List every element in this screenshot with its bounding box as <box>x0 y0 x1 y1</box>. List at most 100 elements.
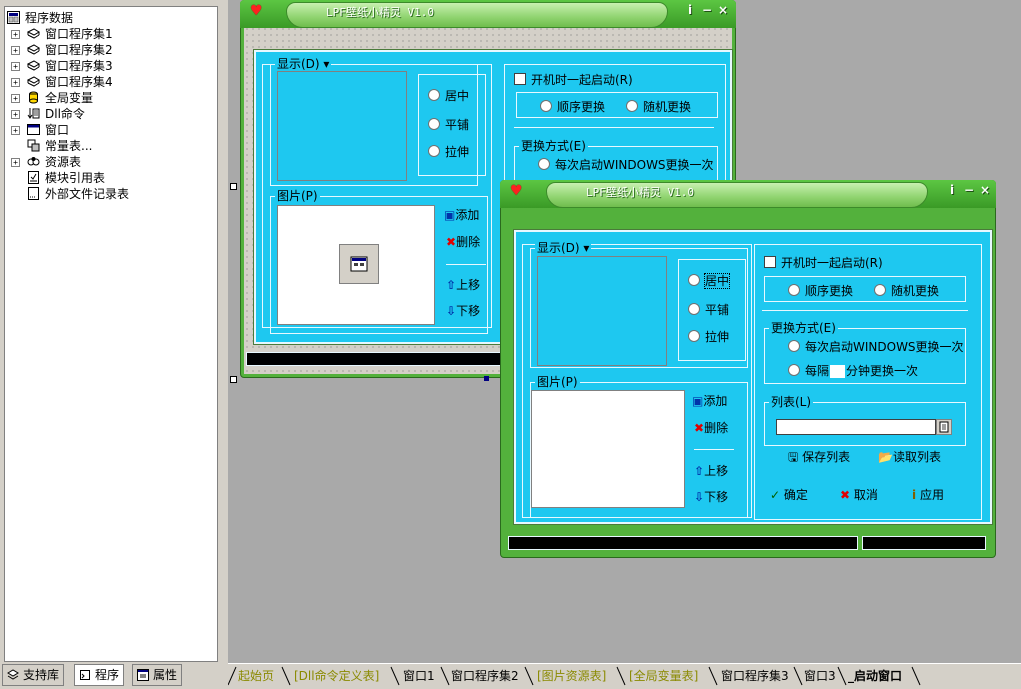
expand-toggle[interactable]: + <box>11 46 20 55</box>
radio-label: 每次启动WINDOWS更换一次 <box>805 340 964 354</box>
radio-center[interactable]: 居中 <box>428 89 469 103</box>
project-tree[interactable]: 程序数据 + 窗口程序集1 + 窗口程序集2 + 窗口程序集3 + 窗口程序集4… <box>4 6 218 662</box>
tree-item-label: 窗口程序集1 <box>45 27 113 41</box>
browse-button[interactable] <box>936 419 952 435</box>
resize-handle[interactable] <box>230 183 237 190</box>
move-down-button[interactable]: ⇩下移 <box>694 490 728 504</box>
picture-list[interactable] <box>277 205 435 325</box>
radio-dot <box>688 274 700 286</box>
tree-item-global-vars[interactable]: + 全局变量 <box>5 90 205 106</box>
arrow-up-icon: ⇧ <box>446 278 457 292</box>
tree-item-resources[interactable]: + 资源表 <box>5 154 205 170</box>
left-panel-tabs: 支持库 程序 属性 <box>0 663 222 687</box>
tree-item-constants[interactable]: 常量表... <box>5 138 205 154</box>
tab-properties[interactable]: 属性 <box>132 664 183 686</box>
list-group-title: 列表(L) <box>769 395 814 409</box>
tree-item-external-files[interactable]: 外部文件记录表 <box>5 186 205 202</box>
form-designer[interactable]: ♥ LPF壁纸小精灵 V1.0 i − × 显示(D) ▾ 居中 平铺 拉伸 图… <box>228 0 1021 663</box>
minutes-input[interactable] <box>830 365 846 378</box>
radio-order[interactable]: 顺序更换 <box>788 284 853 298</box>
display-preview <box>277 71 407 181</box>
move-down-button[interactable]: ⇩下移 <box>446 304 480 318</box>
tree-item-module-3[interactable]: + 窗口程序集3 <box>5 58 205 74</box>
minimize-icon[interactable]: − <box>964 183 974 197</box>
tree-item-module-refs[interactable]: 模块引用表 <box>5 170 205 186</box>
radio-dot <box>788 340 800 352</box>
form-window-front[interactable]: ♥ LPF壁纸小精灵 V1.0 i − × 显示(D) ▾ 居中 平铺 拉伸 图… <box>500 180 996 558</box>
add-icon: ▣ <box>692 394 704 408</box>
tree-item-dll[interactable]: + Dll命令 <box>5 106 205 122</box>
radio-center[interactable]: 居中 <box>688 273 731 289</box>
ok-button[interactable]: ✓ 确定 <box>770 488 808 502</box>
tree-item-label: 窗口程序集2 <box>45 43 113 57</box>
tree-item-module-1[interactable]: + 窗口程序集1 <box>5 26 205 42</box>
minimize-icon[interactable]: − <box>702 3 712 17</box>
save-list-button[interactable]: 🖫 保存列表 <box>788 450 850 464</box>
image-box-control[interactable] <box>339 244 379 284</box>
radio-dot <box>874 284 886 296</box>
radio-order[interactable]: 顺序更换 <box>540 100 605 114</box>
radio-each-windows[interactable]: 每次启动WINDOWS更换一次 <box>788 340 964 354</box>
add-icon: ▣ <box>444 208 456 222</box>
expand-toggle[interactable]: + <box>11 94 20 103</box>
move-up-button[interactable]: ⇧上移 <box>446 278 480 292</box>
tab-dividers <box>228 666 921 686</box>
cancel-button[interactable]: ✖ 取消 <box>840 488 878 502</box>
radio-each-windows[interactable]: 每次启动WINDOWS更换一次 <box>538 158 714 172</box>
radio-random[interactable]: 随机更换 <box>874 284 939 298</box>
resource-icon <box>27 157 40 166</box>
status-bar-left <box>508 536 858 550</box>
checkbox-label: 开机时一起启动(R) <box>781 256 883 270</box>
add-button[interactable]: ▣添加 <box>444 208 479 222</box>
move-down-label: 下移 <box>456 304 481 318</box>
move-up-button[interactable]: ⇧上移 <box>694 464 728 478</box>
tree-item-label: 窗口程序集4 <box>45 75 113 89</box>
tab-program[interactable]: 程序 <box>74 664 125 686</box>
close-icon[interactable]: × <box>980 183 990 197</box>
radio-dot <box>788 364 800 376</box>
heart-icon: ♥ <box>250 3 263 19</box>
expand-toggle[interactable]: + <box>11 30 20 39</box>
radio-label: 随机更换 <box>643 100 692 114</box>
tree-item-label: Dll命令 <box>45 107 85 121</box>
radio-stretch[interactable]: 拉伸 <box>428 145 469 159</box>
radio-label: 居中 <box>445 89 470 103</box>
apply-button[interactable]: ⅰ 应用 <box>912 488 944 502</box>
picture-group-title: 图片(P) <box>535 375 580 389</box>
delete-button[interactable]: ✖删除 <box>446 235 480 249</box>
move-up-label: 上移 <box>704 464 729 478</box>
startup-checkbox[interactable]: 开机时一起启动(R) <box>764 256 883 270</box>
resize-handle[interactable] <box>230 376 237 383</box>
read-list-button[interactable]: 📂读取列表 <box>878 450 941 464</box>
expand-toggle[interactable]: + <box>11 158 20 167</box>
info-icon[interactable]: i <box>950 183 954 197</box>
display-group-title: 显示(D) ▾ <box>275 57 332 71</box>
expand-toggle[interactable]: + <box>11 110 20 119</box>
close-icon[interactable]: × <box>718 3 728 17</box>
startup-checkbox[interactable]: 开机时一起启动(R) <box>514 73 633 87</box>
radio-label: 拉伸 <box>705 330 730 344</box>
picture-list[interactable] <box>531 390 685 508</box>
expand-toggle[interactable]: + <box>11 126 20 135</box>
add-button[interactable]: ▣添加 <box>692 394 727 408</box>
expand-toggle[interactable]: + <box>11 62 20 71</box>
every-suffix-label: 分钟更换一次 <box>846 364 919 378</box>
tab-support-library[interactable]: 支持库 <box>2 664 65 686</box>
tree-item-module-2[interactable]: + 窗口程序集2 <box>5 42 205 58</box>
radio-stretch[interactable]: 拉伸 <box>688 330 729 344</box>
expand-toggle[interactable]: + <box>11 78 20 87</box>
status-bar-right <box>862 536 986 550</box>
radio-tile[interactable]: 平铺 <box>688 303 729 317</box>
radio-label: 顺序更换 <box>805 284 854 298</box>
radio-random[interactable]: 随机更换 <box>626 100 691 114</box>
delete-button[interactable]: ✖删除 <box>694 421 728 435</box>
resize-handle[interactable] <box>484 376 489 381</box>
radio-every-minutes[interactable]: 每隔 分钟更换一次 <box>788 364 918 378</box>
radio-dot <box>540 100 552 112</box>
tree-item-window[interactable]: + 窗口 <box>5 122 205 138</box>
list-path-input[interactable] <box>776 419 936 435</box>
radio-tile[interactable]: 平铺 <box>428 118 469 132</box>
tree-item-module-4[interactable]: + 窗口程序集4 <box>5 74 205 90</box>
info-icon[interactable]: i <box>688 3 692 17</box>
display-group-title: 显示(D) ▾ <box>535 241 592 255</box>
